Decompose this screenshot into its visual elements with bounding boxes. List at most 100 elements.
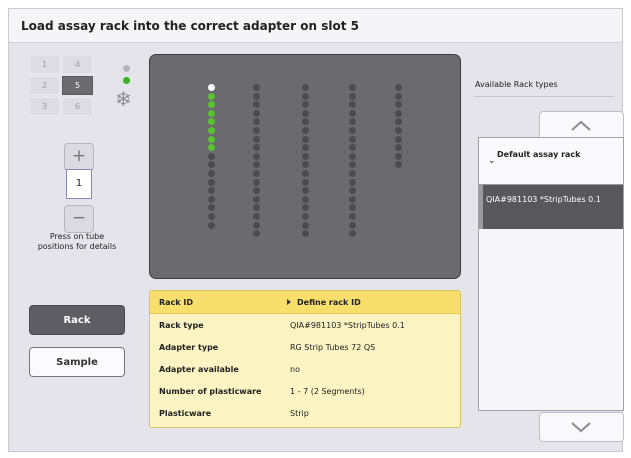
tube-position[interactable]	[208, 178, 215, 186]
tube-position[interactable]	[253, 152, 260, 160]
tube-position[interactable]	[349, 92, 356, 100]
tube-position[interactable]	[349, 161, 356, 169]
tube-position[interactable]	[253, 101, 260, 109]
increment-button[interactable]: +	[64, 143, 94, 171]
tube-position[interactable]	[253, 204, 260, 212]
tube-position[interactable]	[253, 170, 260, 177]
tube-position[interactable]	[208, 152, 215, 160]
tube-position[interactable]	[253, 144, 260, 152]
tube-position[interactable]	[395, 161, 402, 169]
tube-position[interactable]	[253, 230, 260, 238]
tube-position[interactable]	[208, 161, 215, 169]
tube-position[interactable]	[349, 195, 356, 203]
slot-6[interactable]: 6	[62, 97, 93, 116]
rack-info-table: Rack ID Define rack ID Rack type QIA#981…	[149, 290, 461, 428]
tube-position[interactable]	[208, 109, 215, 117]
tube-position[interactable]	[253, 178, 260, 186]
tube-position[interactable]	[253, 127, 260, 134]
tube-position[interactable]	[349, 127, 356, 134]
rack-group-header[interactable]: ⌄ Default assay rack	[479, 138, 623, 185]
tube-position[interactable]	[208, 135, 215, 143]
slot-3[interactable]: 3	[29, 97, 60, 116]
tube-position[interactable]	[395, 109, 402, 117]
tube-position[interactable]	[302, 204, 309, 212]
tube-position[interactable]	[302, 152, 309, 160]
tube-position[interactable]	[302, 170, 309, 177]
tube-position[interactable]	[395, 92, 402, 100]
tube-position[interactable]	[208, 101, 215, 109]
slot-2[interactable]: 2	[29, 76, 60, 95]
tube-position[interactable]	[395, 118, 402, 126]
tube-position[interactable]	[395, 152, 402, 160]
tube-position[interactable]	[349, 204, 356, 212]
tube-position[interactable]	[349, 170, 356, 177]
tube-position[interactable]	[302, 84, 309, 91]
tube-position[interactable]	[302, 161, 309, 169]
tube-position[interactable]	[349, 213, 356, 220]
slot-1[interactable]: 1	[29, 55, 60, 74]
rack-button[interactable]: Rack	[29, 305, 125, 335]
tube-position[interactable]	[349, 135, 356, 143]
tube-position[interactable]	[302, 101, 309, 109]
tube-position[interactable]	[253, 84, 260, 91]
tube-position[interactable]	[395, 135, 402, 143]
tube-position[interactable]	[349, 101, 356, 109]
tube-position[interactable]	[302, 109, 309, 117]
tube-position[interactable]	[208, 170, 215, 177]
tube-position[interactable]	[349, 144, 356, 152]
tube-position[interactable]	[395, 144, 402, 152]
tube-position[interactable]	[253, 187, 260, 195]
tube-position[interactable]	[302, 135, 309, 143]
define-rack-id-link[interactable]: Define rack ID	[287, 298, 361, 307]
tube-position[interactable]	[395, 127, 402, 134]
tube-position[interactable]	[302, 230, 309, 238]
tube-position[interactable]	[253, 161, 260, 169]
decrement-button[interactable]: −	[64, 205, 94, 233]
tube-position[interactable]	[302, 187, 309, 195]
tube-position[interactable]	[208, 213, 215, 220]
tube-position[interactable]	[349, 187, 356, 195]
tube-position[interactable]	[302, 178, 309, 186]
slot-5-selected[interactable]: 5	[62, 76, 93, 95]
scroll-down-button[interactable]	[539, 412, 624, 442]
divider	[474, 96, 614, 97]
plasticware-count-field[interactable]: 1	[66, 169, 92, 199]
tube-position[interactable]	[208, 204, 215, 212]
tube-position[interactable]	[208, 187, 215, 195]
tube-position[interactable]	[349, 221, 356, 229]
tube-position[interactable]	[302, 92, 309, 100]
tube-position[interactable]	[253, 118, 260, 126]
tube-position[interactable]	[302, 118, 309, 126]
tube-position[interactable]	[208, 221, 215, 229]
tube-position[interactable]	[302, 221, 309, 229]
tube-position[interactable]	[253, 109, 260, 117]
tube-position[interactable]	[349, 178, 356, 186]
tube-position[interactable]	[208, 144, 215, 152]
tube-position[interactable]	[349, 152, 356, 160]
tube-position[interactable]	[253, 213, 260, 220]
tube-position[interactable]	[208, 195, 215, 203]
rack-type-item-selected[interactable]: QIA#981103 *StripTubes 0.1	[479, 185, 623, 229]
tube-position[interactable]	[349, 230, 356, 238]
tube-position[interactable]	[253, 221, 260, 229]
tube-position[interactable]	[349, 109, 356, 117]
tube-position[interactable]	[208, 92, 215, 100]
tube-position[interactable]	[253, 92, 260, 100]
tube-position[interactable]	[208, 118, 215, 126]
tube-position[interactable]	[253, 135, 260, 143]
tube-position[interactable]	[208, 127, 215, 134]
tube-position[interactable]	[349, 84, 356, 91]
page-title: Load assay rack into the correct adapter…	[21, 19, 359, 33]
tube-position[interactable]	[208, 84, 215, 91]
sample-button[interactable]: Sample	[29, 347, 125, 377]
tube-position[interactable]	[395, 101, 402, 109]
tube-position[interactable]	[302, 213, 309, 220]
tube-position[interactable]	[349, 118, 356, 126]
tube-position[interactable]	[302, 127, 309, 134]
tube-position[interactable]	[253, 195, 260, 203]
tube-position[interactable]	[302, 144, 309, 152]
tube-position[interactable]	[302, 195, 309, 203]
slot-4[interactable]: 4	[62, 55, 93, 74]
tube-position[interactable]	[395, 84, 402, 91]
rack-id-row[interactable]: Rack ID Define rack ID	[150, 291, 460, 314]
